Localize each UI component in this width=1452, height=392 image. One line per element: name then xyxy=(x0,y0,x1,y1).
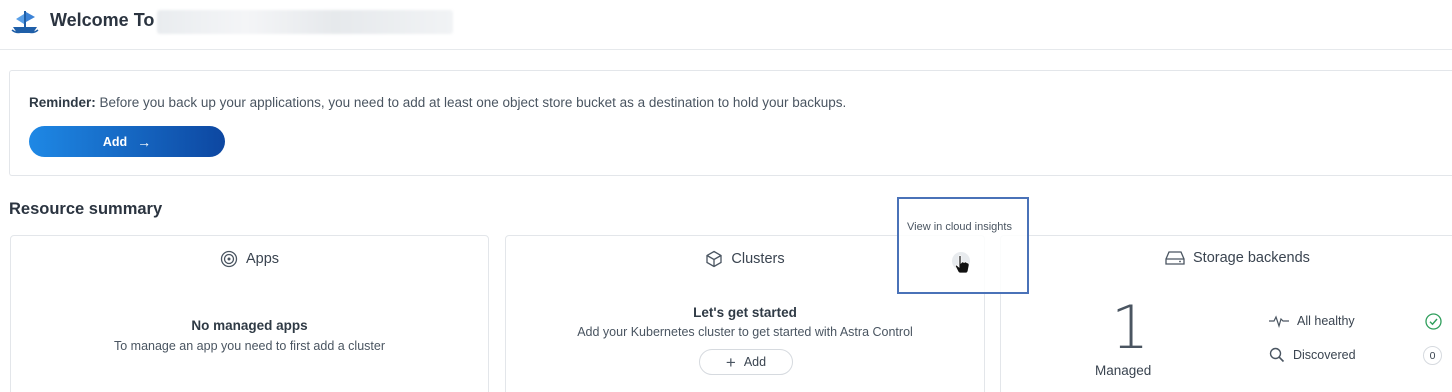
apps-icon xyxy=(220,250,238,268)
reminder-label: Reminder: xyxy=(29,95,96,110)
cloud-insights-tooltip: View in cloud insights xyxy=(907,221,1012,233)
plus-icon: + xyxy=(725,352,736,372)
storage-backends-card: Storage backends 1 Managed All healthy D… xyxy=(1000,235,1452,392)
clusters-empty-title: Let's get started xyxy=(693,305,797,320)
reminder-message: Reminder: Before you back up your applic… xyxy=(29,95,846,110)
managed-count: 1 xyxy=(1111,293,1150,363)
apps-empty-title: No managed apps xyxy=(191,318,308,333)
apps-card-title: Apps xyxy=(245,251,280,267)
hand-cursor-icon xyxy=(954,255,970,274)
add-cluster-button[interactable]: + Add xyxy=(699,349,793,375)
reminder-text: Before you back up your applications, yo… xyxy=(95,95,847,110)
apps-card: Apps No managed apps To manage an app yo… xyxy=(10,235,489,392)
welcome-title: Welcome To xyxy=(50,10,155,30)
discovered-count-badge: 0 xyxy=(1423,346,1442,365)
reminder-card: Reminder: Before you back up your applic… xyxy=(9,70,1452,176)
managed-label: Managed xyxy=(1095,363,1152,378)
resource-summary-title: Resource summary xyxy=(9,200,163,218)
apps-card-header: Apps xyxy=(11,250,488,268)
healthy-status-row[interactable]: All healthy xyxy=(1269,314,1355,328)
discovered-status-row[interactable]: Discovered xyxy=(1269,347,1356,363)
search-icon xyxy=(1269,347,1285,363)
storage-card-title: Storage backends xyxy=(1193,250,1310,266)
arrow-right-icon: → xyxy=(137,133,152,150)
drive-icon xyxy=(1165,251,1185,265)
redacted-account-name xyxy=(157,10,453,34)
cube-icon xyxy=(706,250,723,268)
page-header: Welcome To xyxy=(0,0,1452,50)
highlight-callout: View in cloud insights xyxy=(897,197,1029,294)
storage-card-header: Storage backends xyxy=(1165,250,1452,266)
add-bucket-button[interactable]: Add → xyxy=(29,126,225,157)
check-circle-icon xyxy=(1425,313,1442,330)
clusters-card-title: Clusters xyxy=(731,251,785,267)
clusters-empty-text: Add your Kubernetes cluster to get start… xyxy=(577,325,913,339)
heartbeat-icon xyxy=(1269,315,1289,328)
healthy-label: All healthy xyxy=(1297,314,1355,328)
add-cluster-button-label: Add xyxy=(743,355,767,369)
discovered-label: Discovered xyxy=(1293,348,1356,362)
apps-empty-text: To manage an app you need to first add a… xyxy=(113,339,385,353)
astra-ship-icon xyxy=(11,11,39,34)
add-bucket-button-label: Add xyxy=(102,134,128,149)
